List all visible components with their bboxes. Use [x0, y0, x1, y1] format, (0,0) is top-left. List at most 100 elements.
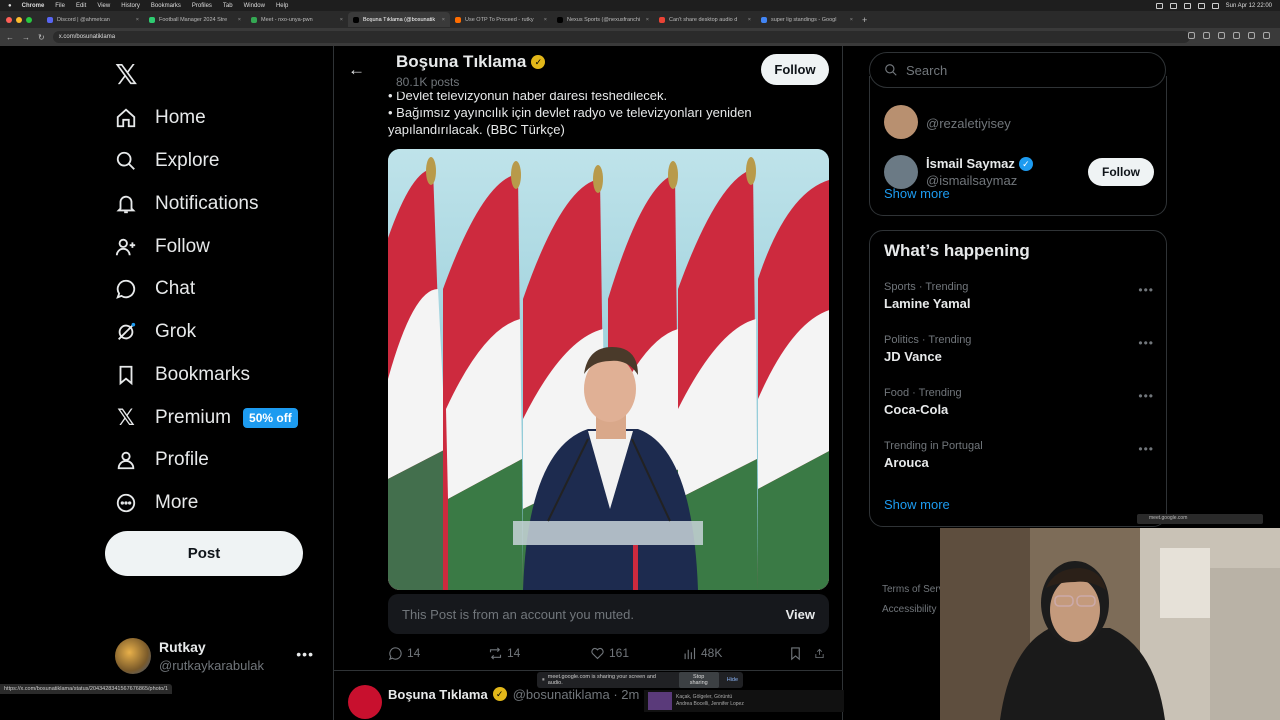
bookmark-button[interactable]: [788, 646, 814, 661]
wifi-icon[interactable]: [1197, 2, 1205, 9]
reload-icon[interactable]: ↻: [38, 33, 45, 42]
reply-button[interactable]: 14: [388, 646, 488, 661]
browser-tab[interactable]: Use OTP To Proceed - rutky ×: [450, 12, 552, 27]
cast-icon[interactable]: [1203, 32, 1210, 39]
status-icon[interactable]: [1155, 2, 1163, 9]
nav-follow[interactable]: Follow: [115, 232, 210, 262]
back-arrow-icon[interactable]: ←: [348, 60, 365, 80]
tab-list: Discord | @ahmetcan × Football Manager 202…: [42, 12, 858, 27]
nav-notifications[interactable]: Notifications: [115, 189, 259, 219]
like-button[interactable]: 161: [590, 646, 682, 661]
nav-explore[interactable]: Explore: [115, 146, 219, 176]
minimize-window-button[interactable]: [16, 16, 22, 23]
back-arrow-icon[interactable]: ←: [6, 33, 14, 42]
new-tab-button[interactable]: +: [862, 15, 867, 25]
more-horizontal-icon[interactable]: •••: [1138, 283, 1154, 297]
trend-name: Lamine Yamal: [884, 296, 971, 311]
browser-tab[interactable]: super lig standings - Googl ×: [756, 12, 858, 27]
reply-count: 14: [407, 646, 421, 660]
nav-chat[interactable]: Chat: [115, 274, 195, 304]
avatar[interactable]: [348, 685, 382, 719]
browser-tab[interactable]: Meet - nxo-unya-pwn ×: [246, 12, 348, 27]
stop-sharing-button[interactable]: Stop sharing: [678, 672, 719, 688]
browser-tab[interactable]: Football Manager 2024 Stre ×: [144, 12, 246, 27]
menu-bookmarks[interactable]: Bookmarks: [151, 3, 181, 9]
search-input[interactable]: [906, 62, 1156, 78]
verified-gold-icon: ✓: [531, 55, 546, 69]
show-more-link[interactable]: Show more: [884, 497, 950, 512]
close-tab-icon[interactable]: ×: [850, 17, 853, 23]
menu-app[interactable]: Chrome: [22, 3, 45, 9]
menu-file[interactable]: File: [55, 3, 65, 9]
tweet-photo[interactable]: [388, 149, 829, 590]
section-title: What’s happening: [884, 241, 1030, 260]
clock[interactable]: Sun Apr 12 22:00: [1226, 3, 1272, 9]
post-button[interactable]: Post: [105, 531, 303, 576]
menu-view[interactable]: View: [97, 3, 110, 9]
close-tab-icon[interactable]: ×: [646, 17, 649, 23]
download-icon[interactable]: [1233, 32, 1240, 39]
url-bar[interactable]: x.com/bosunatiklama: [52, 31, 1190, 43]
nav-profile[interactable]: Profile: [115, 445, 209, 475]
next-tweet-author[interactable]: Boşuna Tıklama: [388, 687, 488, 702]
terms-link[interactable]: Terms of Serv: [882, 580, 944, 600]
close-tab-icon[interactable]: ×: [442, 17, 445, 23]
nav-grok[interactable]: Grok: [115, 317, 196, 347]
browser-tab[interactable]: Can't share desktop audio d ×: [654, 12, 756, 27]
suggested-user-partial[interactable]: @rezaletiyisey: [884, 102, 1154, 142]
close-tab-icon[interactable]: ×: [544, 17, 547, 23]
close-tab-icon[interactable]: ×: [136, 17, 139, 23]
view-button[interactable]: View: [786, 607, 815, 622]
battery-icon[interactable]: [1211, 2, 1219, 9]
repost-button[interactable]: 14: [488, 646, 590, 661]
close-tab-icon[interactable]: ×: [238, 17, 241, 23]
browser-tabstrip: Discord | @ahmetcan × Football Manager 202…: [0, 11, 1280, 28]
url-text: x.com/bosunatiklama: [58, 34, 116, 40]
browser-tab[interactable]: Boşuna Tıklama (@bosunatik ×: [348, 12, 450, 27]
zoom-window-button[interactable]: [26, 16, 32, 23]
nav-home[interactable]: Home: [115, 103, 206, 133]
menu-history[interactable]: History: [121, 3, 140, 9]
macos-menubar: ● Chrome File Edit View History Bookmark…: [0, 0, 1280, 11]
more-horizontal-icon[interactable]: •••: [1138, 336, 1154, 350]
browser-tab[interactable]: Nexus Sports (@nexusfranchi ×: [552, 12, 654, 27]
trend-item[interactable]: Food · Trending Coca-Cola •••: [884, 387, 1154, 417]
extensions-icon[interactable]: [1248, 32, 1255, 39]
trend-item[interactable]: Sports · Trending Lamine Yamal •••: [884, 281, 1154, 311]
menu-profiles[interactable]: Profiles: [192, 3, 212, 9]
menu-tab[interactable]: Tab: [223, 3, 233, 9]
profile-icon[interactable]: [1263, 32, 1270, 39]
trend-item[interactable]: Politics · Trending JD Vance •••: [884, 334, 1154, 364]
star-icon[interactable]: [1218, 32, 1225, 39]
more-horizontal-icon[interactable]: •••: [1138, 442, 1154, 456]
x-logo-icon[interactable]: 𝕏: [115, 58, 138, 91]
show-more-link[interactable]: Show more: [884, 186, 950, 201]
more-horizontal-icon[interactable]: •••: [1138, 389, 1154, 403]
search-box[interactable]: [869, 52, 1166, 88]
nav-premium[interactable]: 𝕏 Premium 50% off: [115, 403, 298, 433]
menu-edit[interactable]: Edit: [76, 3, 86, 9]
status-icon[interactable]: [1169, 2, 1177, 9]
status-icon[interactable]: [1183, 2, 1191, 9]
share-button[interactable]: [814, 646, 829, 661]
views-button[interactable]: 48K: [682, 646, 788, 661]
menu-help[interactable]: Help: [276, 3, 288, 9]
browser-tab[interactable]: Discord | @ahmetcan ×: [42, 12, 144, 27]
close-window-button[interactable]: [6, 16, 12, 23]
accessibility-link[interactable]: Accessibility: [882, 600, 944, 620]
media-player[interactable]: Kaçak, Gölgeler, Görüntü Andrea Bocelli,…: [644, 690, 844, 712]
zoom-icon[interactable]: [1188, 32, 1195, 39]
trend-item[interactable]: Trending in Portugal Arouca •••: [884, 440, 1154, 470]
hide-button[interactable]: Hide: [727, 677, 738, 683]
apple-icon[interactable]: ●: [8, 3, 12, 9]
forward-arrow-icon[interactable]: →: [22, 33, 30, 42]
close-tab-icon[interactable]: ×: [340, 17, 343, 23]
follow-button[interactable]: Follow: [761, 54, 829, 85]
close-tab-icon[interactable]: ×: [748, 17, 751, 23]
more-horizontal-icon[interactable]: •••: [296, 646, 314, 662]
account-switcher[interactable]: Rutkay @rutkaykarabulak •••: [115, 636, 320, 676]
follow-button[interactable]: Follow: [1088, 158, 1154, 186]
nav-bookmarks[interactable]: Bookmarks: [115, 360, 250, 390]
nav-more[interactable]: More: [115, 488, 198, 518]
menu-window[interactable]: Window: [244, 3, 265, 9]
